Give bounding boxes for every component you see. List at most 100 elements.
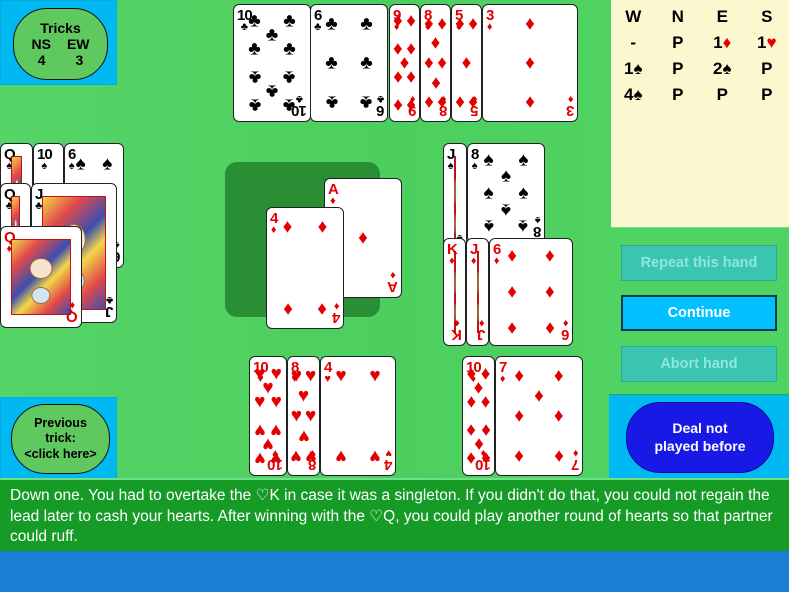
- card-pip-icon: ♦: [553, 365, 564, 387]
- playing-card[interactable]: 10 ♥ 10 ♥ ♥ ♥ ♥ ♥ ♥ ♥ ♥ ♥ ♥ ♥: [249, 356, 287, 476]
- card-rank: J: [105, 303, 113, 320]
- suit-symbol-icon: ♦: [722, 33, 732, 52]
- card-pip-icon: ♦: [553, 405, 564, 427]
- court-face-lower-icon: [454, 214, 456, 235]
- card-pip-icon: ♠: [483, 149, 494, 171]
- card-pip-icon: ♥: [304, 365, 317, 387]
- card-pips: ♥ ♥ ♥ ♥ ♥ ♥ ♥ ♥: [288, 357, 319, 475]
- card-pip-icon: ♣: [265, 80, 279, 102]
- card-pip-icon: ♦: [392, 10, 403, 32]
- playing-card[interactable]: 3 ♦ 3 ♦ ♦ ♦ ♦: [482, 4, 578, 122]
- card-pip-icon: ♦: [525, 52, 535, 74]
- card-pip-icon: ♥: [297, 425, 310, 447]
- playing-card[interactable]: 9 ♦ 9 ♦ ♦ ♦ ♦ ♦ ♦ ♦ ♦ ♦ ♦: [389, 4, 420, 122]
- card-pip-icon: ♦: [423, 13, 434, 35]
- suit-symbol-icon: ♠: [722, 59, 732, 78]
- bidding-cell: 4♠: [624, 85, 643, 104]
- bidding-row: 4♠ P P P: [611, 82, 789, 108]
- playing-card[interactable]: J ♦ J ♦: [466, 238, 489, 346]
- tricks-label-ew: EW: [66, 35, 90, 52]
- card-pip-icon: ♣: [325, 91, 338, 113]
- card-pip-icon: ♠: [518, 215, 529, 237]
- card-pip-icon: ♥: [335, 445, 347, 467]
- court-face-icon: [29, 257, 53, 279]
- playing-card[interactable]: K ♦ K ♦: [443, 238, 466, 346]
- card-pip-icon: ♣: [265, 24, 279, 46]
- card-pip-icon: ♦: [514, 365, 525, 387]
- playing-card[interactable]: 8 ♥ 8 ♥ ♥ ♥ ♥ ♥ ♥ ♥ ♥ ♥: [287, 356, 320, 476]
- card-pip-icon: ♦: [317, 298, 328, 320]
- card-pip-icon: ♠: [102, 153, 113, 175]
- card-pip-icon: ♦: [430, 32, 441, 54]
- court-face-icon: [454, 178, 456, 204]
- playing-card[interactable]: 10 ♣ 10 ♣ ♣ ♣ ♣ ♣ ♣ ♣ ♣ ♣ ♣ ♣: [233, 4, 311, 122]
- card-pip-icon: ♦: [358, 227, 368, 249]
- playing-card[interactable]: 8 ♦ 8 ♦ ♦ ♦ ♦ ♦ ♦ ♦ ♦ ♦: [420, 4, 451, 122]
- bidding-body: - P 1♦ 1♥ 1♠ P 2♠ P 4♠ P P P: [611, 30, 789, 108]
- card-pips: ♠ ♠ ♠ ♠ ♠ ♠ ♠ ♠: [468, 144, 544, 242]
- playing-card[interactable]: 5 ♦ 5 ♦ ♦ ♦ ♦ ♦ ♦: [451, 4, 482, 122]
- court-card-art: [454, 251, 456, 333]
- deal-status-line1: Deal not: [672, 420, 728, 436]
- continue-button[interactable]: Continue: [621, 295, 777, 331]
- bidding-row: - P 1♦ 1♥: [611, 30, 789, 56]
- card-pip-icon: ♦: [480, 391, 491, 413]
- tricks-counter-panel: Tricks NS EW 4 3: [0, 0, 117, 85]
- card-pip-icon: ♦: [406, 66, 417, 88]
- playing-card[interactable]: 7 ♦ 7 ♦ ♦ ♦ ♦ ♦ ♦ ♦ ♦: [495, 356, 583, 476]
- card-pip-icon: ♠: [500, 199, 512, 221]
- card-pip-icon: ♦: [437, 91, 448, 113]
- card-pip-icon: ♦: [525, 91, 535, 113]
- previous-trick-panel[interactable]: Previous trick: <click here>: [0, 397, 117, 479]
- card-pip-icon: ♦: [545, 245, 555, 267]
- bidding-row: 1♠ P 2♠ P: [611, 56, 789, 82]
- card-pip-icon: ♦: [392, 94, 403, 116]
- card-pip-icon: ♣: [248, 94, 261, 116]
- playing-card[interactable]: 6 ♦ 6 ♦ ♦ ♦ ♦ ♦ ♦ ♦: [489, 238, 573, 346]
- card-pip-icon: ♠: [518, 182, 529, 204]
- card-pip-icon: ♠: [518, 149, 529, 171]
- bidding-cell: P: [761, 85, 773, 104]
- card-pip-icon: ♣: [360, 13, 373, 35]
- bidding-header-n: N: [671, 7, 684, 26]
- playing-card[interactable]: 4 ♥ 4 ♥ ♥ ♥ ♥ ♥: [320, 356, 396, 476]
- bridge-game-window: 10 ♣ 10 ♣ ♣ ♣ ♣ ♣ ♣ ♣ ♣ ♣ ♣ ♣ 6 ♣ 6 ♣ ♣ ♣ ♣ ♣ ♣ ♣ 9 ♦ 9 ♦ ♦ ♦ ♦ ♦ ♦ ♦ ♦ ♦ ♦ 8…: [0, 0, 789, 592]
- playing-card[interactable]: 8 ♠ 8 ♠ ♠ ♠ ♠ ♠ ♠ ♠ ♠ ♠: [467, 143, 545, 243]
- card-pip-icon: ♦: [507, 245, 517, 267]
- card-pip-icon: ♦: [423, 52, 434, 74]
- previous-trick-button[interactable]: Previous trick: <click here>: [11, 404, 110, 474]
- card-pip-icon: ♣: [283, 94, 296, 116]
- card-pip-icon: ♦: [466, 447, 477, 469]
- previous-trick-line3: <click here>: [24, 446, 97, 461]
- card-pip-icon: ♦: [423, 91, 434, 113]
- deal-status-pill[interactable]: Deal not played before: [626, 402, 774, 473]
- card-pip-icon: ♠: [483, 182, 494, 204]
- abort-hand-button[interactable]: Abort hand: [621, 346, 777, 382]
- playing-card[interactable]: Q ♦ Q ♦: [0, 226, 82, 328]
- tricks-title: Tricks: [40, 19, 81, 36]
- bidding-cell: P: [672, 85, 684, 104]
- continue-label: Continue: [667, 305, 731, 321]
- tricks-label-ns: NS: [31, 35, 51, 52]
- bidding-cell: 1♦: [713, 33, 732, 52]
- court-card-art: [477, 251, 479, 333]
- bidding-header-row: WNES: [611, 4, 789, 30]
- card-pip-icon: ♥: [254, 391, 266, 413]
- playing-card[interactable]: 10 ♦ 10 ♦ ♦ ♦ ♦ ♦ ♦ ♦ ♦ ♦ ♦ ♦: [462, 356, 495, 476]
- card-pip-icon: ♦: [437, 13, 448, 35]
- card-pips: ♦ ♦ ♦ ♦ ♦ ♦: [490, 239, 572, 345]
- card-pip-icon: ♠: [483, 215, 494, 237]
- card-pip-icon: ♣: [360, 91, 373, 113]
- card-index-top-left: 10 ♠: [37, 147, 53, 172]
- playing-card[interactable]: 6 ♣ 6 ♣ ♣ ♣ ♣ ♣ ♣ ♣: [310, 4, 388, 122]
- card-pip-icon: ♦: [534, 385, 544, 407]
- card-pip-icon: ♦: [406, 94, 417, 116]
- court-face-lower-icon: [31, 286, 51, 304]
- card-pips: ♦ ♦ ♦ ♦: [267, 208, 343, 328]
- card-pips: ♣ ♣ ♣ ♣ ♣ ♣ ♣ ♣ ♣ ♣: [234, 5, 310, 121]
- control-button-panel: Repeat this hand Continue Abort hand: [609, 228, 789, 394]
- court-face-lower-icon: [454, 302, 456, 321]
- card-pip-icon: ♣: [283, 38, 296, 60]
- repeat-hand-button[interactable]: Repeat this hand: [621, 245, 777, 281]
- card-pip-icon: ♦: [514, 405, 525, 427]
